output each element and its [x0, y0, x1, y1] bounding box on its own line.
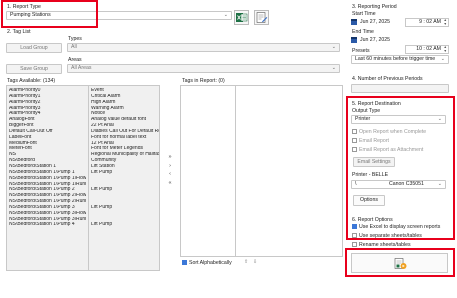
excel-export-button[interactable] — [234, 10, 249, 25]
printer-value-name: Canon C35051 — [389, 181, 424, 187]
presets-label: Presets — [352, 48, 370, 54]
output-type-value: Printer — [355, 116, 371, 122]
output-type-select[interactable]: Printer ⌄ — [351, 115, 446, 124]
separate-sheets-label: Use separate sheets/tables — [359, 233, 422, 239]
types-label: Types — [68, 36, 82, 42]
presets-value: Last 60 minutes before trigger time — [355, 56, 436, 62]
tag-name-column: AlarmPriority0 AlarmPriority1 AlarmPriorit… — [9, 88, 86, 228]
spinner-icon[interactable]: ▲ ▼ — [444, 18, 447, 26]
types-select[interactable]: All ⌄ — [67, 43, 340, 52]
email-settings-button[interactable]: Email Settings — [353, 157, 395, 167]
start-time-label: Start Time — [352, 11, 376, 17]
spinner-icon[interactable]: ▲ ▼ — [444, 45, 447, 53]
start-time-input[interactable]: 9 : 02 AM ▲ ▼ — [405, 18, 449, 27]
chevron-down-icon: ⌄ — [437, 116, 442, 122]
printer-label: Printer - BELLE — [352, 172, 389, 178]
printer-value-prefix: \ — [355, 181, 357, 187]
report-destination-title: 5. Report Destination — [352, 101, 401, 107]
checkbox-icon — [352, 138, 357, 144]
add-all-button[interactable]: » — [166, 153, 174, 162]
tags-in-report-label: Tags in Report: (0) — [182, 78, 225, 84]
sort-alphabetically-label: Sort Alphabetically — [189, 260, 232, 266]
column-divider — [88, 86, 89, 270]
calendar-icon — [351, 36, 357, 43]
end-date-value: Jun 27, 2025 — [360, 37, 390, 43]
save-group-button[interactable]: Save Group — [6, 64, 62, 74]
report-edit-icon — [256, 12, 268, 23]
tag-description-column: Event Critical Alarm High Alarm Warning Ala… — [91, 88, 159, 228]
options-button[interactable]: Options — [353, 195, 385, 206]
run-report-icon — [394, 258, 407, 269]
end-time-value: 10 : 02 AM — [416, 46, 441, 52]
open-report-label: Open Report when Complete — [359, 129, 427, 135]
printer-select[interactable]: \ Canon C35051 ⌄ — [351, 180, 446, 189]
report-options-title: 6. Report Options — [352, 217, 393, 223]
load-group-button[interactable]: Load Group — [6, 43, 62, 53]
previous-periods-input[interactable] — [351, 84, 449, 93]
excel-display-label: Use Excel to display screen reports — [359, 224, 441, 230]
checkbox-checked-icon — [352, 224, 357, 230]
calendar-icon — [351, 18, 357, 25]
chevron-down-icon: ⌄ — [331, 65, 336, 71]
tag-list-title: 2. Tag List — [7, 29, 31, 35]
tags-in-report-list[interactable] — [180, 85, 343, 257]
start-date-value: Jun 27, 2025 — [360, 19, 390, 25]
email-attachment-label: Email Report as Attachment — [359, 147, 424, 153]
report-type-highlight — [1, 0, 98, 28]
start-time-value: 9 : 02 AM — [419, 19, 441, 25]
end-time-input[interactable]: 10 : 02 AM ▲ ▼ — [405, 45, 449, 54]
presets-select[interactable]: Last 60 minutes before trigger time ⌄ — [351, 55, 449, 64]
email-attachment-checkbox[interactable]: Email Report as Attachment — [352, 147, 423, 153]
areas-label: Areas — [68, 57, 82, 63]
chevron-down-icon: ⌄ — [331, 44, 336, 50]
reporting-period-title: 3. Reporting Period — [352, 4, 397, 10]
types-value: All — [71, 44, 77, 50]
run-report-button[interactable] — [351, 253, 448, 273]
checkbox-icon — [352, 129, 357, 135]
checkbox-icon — [352, 242, 357, 248]
chevron-down-icon: ⌄ — [223, 12, 228, 18]
column-divider — [235, 86, 236, 256]
excel-icon — [236, 13, 248, 22]
move-up-icon[interactable]: ⇧ — [244, 259, 248, 265]
tags-available-list[interactable]: AlarmPriority0 AlarmPriority1 AlarmPriorit… — [6, 85, 160, 271]
areas-select[interactable]: All Areas ⌄ — [67, 64, 340, 73]
move-down-icon[interactable]: ⇩ — [253, 259, 257, 265]
edit-report-button[interactable] — [254, 10, 269, 25]
email-report-checkbox[interactable]: Email Report — [352, 138, 389, 144]
checkbox-icon — [352, 233, 357, 239]
chevron-down-icon: ⌄ — [440, 56, 445, 62]
checkbox-checked-icon — [182, 260, 187, 266]
checkbox-icon — [352, 147, 357, 153]
transfer-buttons: » › ‹ « — [166, 153, 174, 187]
sort-alphabetically-checkbox[interactable]: Sort Alphabetically — [182, 260, 232, 266]
start-date-picker[interactable]: Jun 27, 2025 — [351, 18, 401, 27]
tags-available-label: Tags Available: (134) — [7, 78, 56, 84]
tag-row-description: Lift Pump — [91, 222, 113, 228]
remove-all-button[interactable]: « — [166, 179, 174, 188]
tag-row-name[interactable]: NS\Bedford\Station 1\Pump 4 — [9, 222, 86, 228]
open-report-checkbox[interactable]: Open Report when Complete — [352, 129, 426, 135]
remove-selected-button[interactable]: ‹ — [166, 170, 174, 179]
previous-periods-title: 4. Number of Previous Periods — [352, 76, 423, 82]
add-selected-button[interactable]: › — [166, 162, 174, 171]
areas-value: All Areas — [71, 65, 92, 71]
end-date-picker[interactable]: Jun 27, 2025 — [351, 36, 401, 45]
email-report-label: Email Report — [359, 138, 389, 144]
output-type-label: Output Type — [352, 108, 381, 114]
excel-display-checkbox[interactable]: Use Excel to display screen reports — [352, 224, 440, 230]
separate-sheets-checkbox[interactable]: Use separate sheets/tables — [352, 233, 422, 239]
end-time-label: End Time — [352, 29, 374, 35]
chevron-down-icon: ⌄ — [437, 181, 442, 187]
